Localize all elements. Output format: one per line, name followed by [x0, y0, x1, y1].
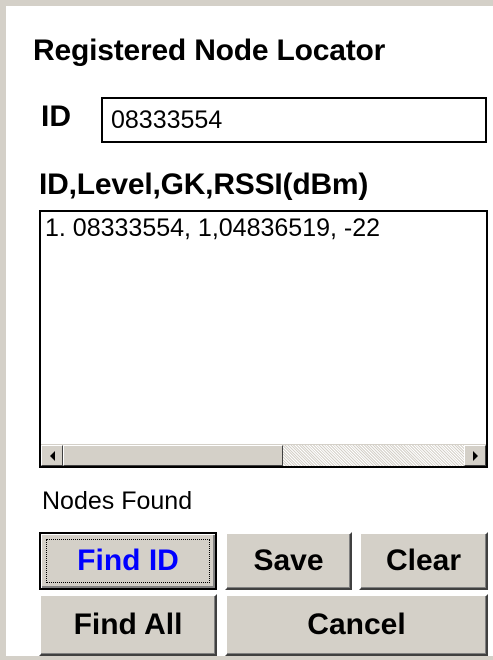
page-title: Registered Node Locator [33, 34, 386, 67]
horizontal-scrollbar[interactable] [41, 444, 486, 466]
cancel-button-label: Cancel [307, 608, 406, 641]
status-text: Nodes Found [42, 487, 193, 515]
arrow-right-icon [472, 450, 478, 461]
id-label: ID [41, 100, 71, 133]
find-id-button-label: Find ID [77, 544, 179, 577]
id-input[interactable] [101, 97, 487, 143]
scroll-right-button[interactable] [464, 445, 486, 466]
find-id-button[interactable]: Find ID [39, 532, 217, 590]
results-column-header: ID,Level,GK,RSSI(dBm) [39, 168, 369, 201]
app-window: Registered Node Locator ID ID,Level,GK,R… [0, 0, 493, 660]
list-item[interactable]: 1. 08333554, 1,04836519, -22 [45, 214, 380, 243]
scrollbar-thumb[interactable] [63, 445, 283, 466]
save-button-label: Save [253, 544, 324, 577]
find-all-button-label: Find All [73, 608, 183, 641]
clear-button-label: Clear [385, 544, 462, 577]
results-list[interactable]: 1. 08333554, 1,04836519, -22 [39, 210, 488, 468]
clear-button[interactable]: Clear [359, 532, 488, 590]
find-all-button[interactable]: Find All [39, 594, 217, 656]
cancel-button[interactable]: Cancel [225, 594, 488, 656]
scroll-left-button[interactable] [41, 445, 63, 466]
save-button[interactable]: Save [225, 532, 352, 590]
arrow-left-icon [49, 450, 55, 461]
